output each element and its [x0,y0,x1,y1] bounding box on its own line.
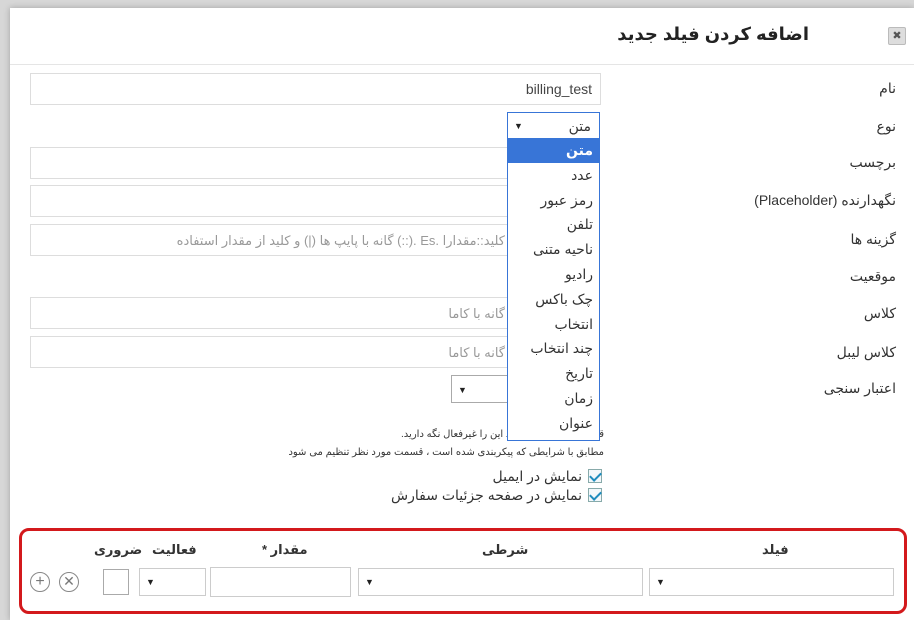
type-option[interactable]: رمز عبور [508,188,599,213]
add-field-modal: اضافه کردن فیلد جدید ✖ نام billing_test … [10,8,914,620]
chevron-down-icon: ▼ [514,121,523,131]
condition-note-2: مطابق با شرایطی که پیکربندی شده است ، قس… [288,447,604,458]
label-class-input[interactable]: گانه با کاما [30,336,508,368]
placeholder-field-label: نگهدارنده (Placeholder) [754,192,896,208]
show-in-email-label: نمایش در ایمیل [492,467,582,484]
show-in-order-label: نمایش در صفحه جزئیات سفارش [391,486,582,503]
condition-required-checkbox[interactable] [103,569,129,595]
chevron-down-icon: ▼ [365,577,374,587]
type-option[interactable]: ناحیه متنی [508,237,599,262]
type-label: نوع [876,118,896,134]
label-class-label: کلاس لیبل [836,344,896,360]
modal-header: اضافه کردن فیلد جدید ✖ [10,8,914,65]
required-column-header: ضروری [94,542,143,557]
show-in-email-row[interactable]: نمایش در ایمیل [493,467,602,485]
type-select[interactable]: ▼ متن [507,112,600,140]
options-placeholder: گانه با پایپ ها (|) و کلید از مقدار استف… [176,233,505,248]
field-column-header: فیلد [762,542,789,557]
type-option[interactable]: انتخاب [508,312,599,337]
show-in-order-checkbox[interactable] [588,488,602,502]
type-select-value: متن [568,118,591,134]
condition-activity-select[interactable]: ▼ [139,568,206,596]
close-icon[interactable]: ✖ [888,27,906,45]
type-option[interactable]: عدد [508,163,599,188]
type-option[interactable]: زمان [508,386,599,411]
value-column-header: مقدار * [262,542,308,557]
type-option[interactable]: تلفن [508,212,599,237]
condition-conditional-select[interactable]: ▼ [358,568,643,596]
validation-select[interactable]: ▼ [451,375,508,403]
conditional-column-header: شرطی [482,542,529,557]
chevron-down-icon: ▼ [656,577,665,587]
show-in-email-checkbox[interactable] [588,469,602,483]
condition-field-select[interactable]: ▼ [649,568,894,596]
type-option[interactable]: رادیو [508,262,599,287]
type-dropdown-list: متن عدد رمز عبور تلفن ناحیه متنی رادیو چک باکس… [507,138,600,441]
remove-condition-icon[interactable]: ✕ [59,572,79,592]
validation-label: اعتبار سنجی [823,380,896,396]
name-label: نام [879,80,896,96]
position-label: موقعیت [849,268,896,284]
modal-title: اضافه کردن فیلد جدید [617,24,809,44]
class-label: کلاس [863,305,896,321]
activity-column-header: فعالیت [152,542,197,557]
class-placeholder: گانه با کاما [448,306,505,321]
class-input[interactable]: گانه با کاما [30,297,508,329]
label-input[interactable] [30,147,508,179]
placeholder-input[interactable] [30,185,508,217]
add-condition-icon[interactable]: + [30,572,50,592]
label-field-label: برچسب [849,154,896,170]
options-input[interactable]: گانه با پایپ ها (|) و کلید از مقدار استف… [30,224,508,256]
type-option[interactable]: چک باکس [508,287,599,312]
options-label: گزینه ها [850,231,896,247]
label-class-placeholder: گانه با کاما [448,345,505,360]
show-in-order-row[interactable]: نمایش در صفحه جزئیات سفارش [391,486,602,504]
type-option[interactable]: تاریخ [508,361,599,386]
chevron-down-icon: ▼ [146,577,155,587]
type-option[interactable]: متن [508,138,599,163]
type-option[interactable]: عنوان [508,411,599,436]
type-option[interactable]: چند انتخاب [508,336,599,361]
condition-value-input[interactable] [210,567,351,597]
name-input[interactable]: billing_test [30,73,601,105]
conditions-panel: فیلد شرطی مقدار * فعالیت ضروری ▼ ▼ ▼ ✕ + [19,528,907,614]
chevron-down-icon: ▼ [458,385,467,395]
